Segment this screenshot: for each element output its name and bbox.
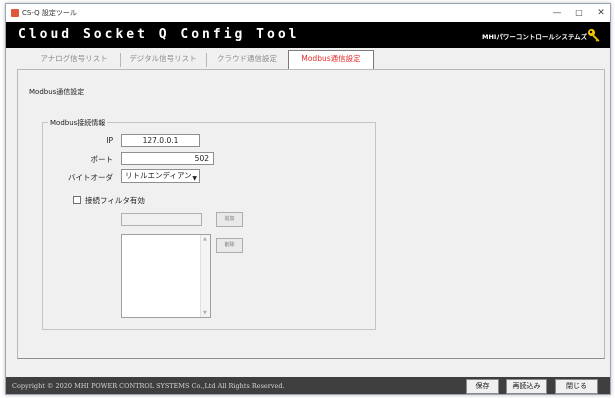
tab-separator: [120, 53, 121, 67]
tab-bar: アナログ信号リスト デジタル信号リスト クラウド通信設定 Modbus通信設定: [26, 50, 426, 69]
minimize-button[interactable]: —: [546, 4, 568, 22]
key-icon: [587, 28, 600, 42]
byte-order-selected: リトルエンディアン: [125, 171, 192, 180]
section-title: Modbus通信設定: [29, 88, 85, 96]
footer-bar: Copyright © 2020 MHI POWER CONTROL SYSTE…: [6, 377, 610, 394]
close-button[interactable]: 閉じる: [555, 379, 598, 394]
scroll-down-icon[interactable]: ▼: [203, 310, 207, 316]
byte-order-select[interactable]: リトルエンディアン ▼: [121, 169, 200, 183]
chevron-down-icon: ▼: [192, 175, 197, 182]
filter-enable-checkbox[interactable]: [73, 196, 81, 204]
tab-digital-signal-list[interactable]: デジタル信号リスト: [122, 51, 204, 68]
tab-analog-signal-list[interactable]: アナログ信号リスト: [30, 51, 118, 68]
group-legend: Modbus接続情報: [48, 118, 108, 128]
filter-address-list[interactable]: ▲ ▼: [121, 234, 211, 318]
byte-order-label: バイトオーダ: [68, 173, 113, 182]
maximize-button[interactable]: □: [568, 4, 590, 22]
filter-enable-label: 接続フィルタ有効: [85, 196, 145, 205]
save-button[interactable]: 保存: [466, 379, 499, 394]
tab-modbus-settings[interactable]: Modbus通信設定: [288, 50, 374, 69]
ip-field[interactable]: 127.0.0.1: [121, 134, 200, 147]
company-name: MHIパワーコントロールシステムズ: [482, 33, 588, 41]
window-title: CS-Q 設定ツール: [22, 9, 77, 17]
tab-cloud-settings[interactable]: クラウド通信設定: [208, 51, 286, 68]
reload-button[interactable]: 再読込み: [506, 379, 547, 394]
add-button[interactable]: 追加: [216, 212, 243, 227]
close-window-button[interactable]: ✕: [590, 4, 610, 22]
copyright-text: Copyright © 2020 MHI POWER CONTROL SYSTE…: [12, 382, 285, 390]
modbus-connection-group: Modbus接続情報 IP 127.0.0.1 ポート 502 バイトオーダ リ…: [42, 118, 376, 330]
list-scrollbar[interactable]: ▲ ▼: [200, 235, 210, 317]
app-icon: [11, 9, 19, 17]
delete-button[interactable]: 削除: [216, 238, 243, 253]
title-bar: CS-Q 設定ツール — □ ✕: [6, 4, 610, 22]
port-field[interactable]: 502: [121, 152, 214, 165]
app-title: Cloud Socket Q Config Tool: [18, 27, 300, 42]
scroll-up-icon[interactable]: ▲: [203, 236, 207, 242]
port-label: ポート: [90, 155, 114, 164]
app-window: CS-Q 設定ツール — □ ✕ Cloud Socket Q Config T…: [5, 3, 611, 395]
tab-content-panel: Modbus通信設定 Modbus接続情報 IP 127.0.0.1 ポート 5…: [17, 69, 605, 359]
app-banner: Cloud Socket Q Config Tool MHIパワーコントロールシ…: [6, 22, 610, 48]
ip-label: IP: [106, 136, 113, 145]
filter-address-input[interactable]: [121, 213, 202, 226]
tab-separator: [206, 53, 207, 67]
